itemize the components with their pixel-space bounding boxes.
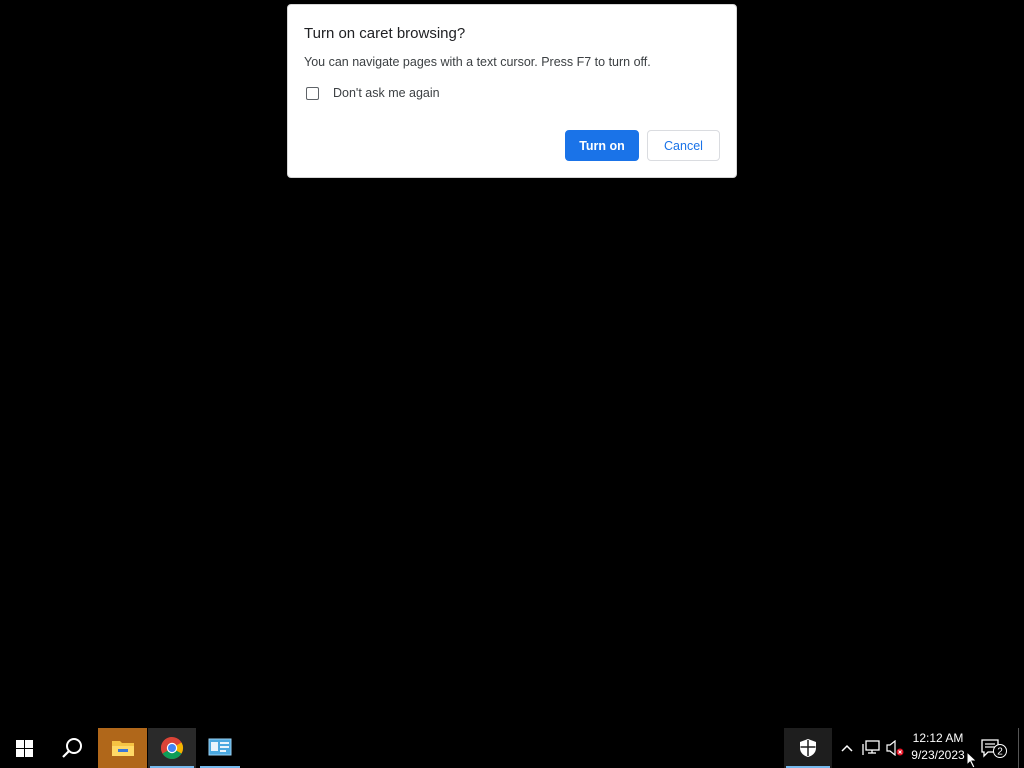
action-center-button[interactable]: 2 (978, 728, 1010, 768)
network-icon (862, 740, 880, 755)
dont-ask-again-checkbox[interactable] (306, 86, 319, 100)
notification-count: 2 (997, 747, 1003, 758)
clock-date: 9/23/2023 (911, 748, 965, 762)
start-button[interactable] (0, 728, 48, 768)
chrome-icon (161, 737, 183, 759)
volume-muted-icon (886, 740, 904, 756)
search-icon (62, 738, 82, 758)
network-button[interactable] (860, 728, 882, 768)
file-explorer-button[interactable] (98, 728, 147, 768)
chevron-up-icon (841, 744, 853, 752)
cancel-button[interactable]: Cancel (647, 130, 720, 161)
caret-browsing-dialog: Turn on caret browsing? You can navigate… (287, 4, 737, 178)
clock[interactable]: 12:12 AM 9/23/2023 (906, 730, 970, 766)
turn-on-button[interactable]: Turn on (565, 130, 639, 161)
show-desktop-button[interactable] (1018, 728, 1024, 768)
dialog-message: You can navigate pages with a text curso… (304, 55, 651, 69)
show-hidden-icons-button[interactable] (838, 728, 856, 768)
windows-security-button[interactable] (784, 728, 832, 768)
taskbar: 12:12 AM 9/23/2023 2 (0, 728, 1024, 768)
clock-time: 12:12 AM (912, 731, 964, 745)
control-panel-button[interactable] (198, 728, 242, 768)
dont-ask-again-row[interactable]: Don't ask me again (306, 85, 440, 101)
dont-ask-again-label[interactable]: Don't ask me again (333, 86, 440, 100)
windows-logo-icon (15, 739, 33, 757)
search-button[interactable] (48, 728, 96, 768)
volume-button[interactable] (884, 728, 906, 768)
dialog-title: Turn on caret browsing? (304, 25, 466, 42)
control-panel-icon (208, 738, 232, 756)
folder-icon (111, 741, 134, 756)
notification-icon: 2 (981, 739, 1007, 758)
mouse-cursor-icon (966, 751, 978, 768)
chrome-button[interactable] (148, 728, 196, 768)
shield-icon (800, 739, 816, 757)
